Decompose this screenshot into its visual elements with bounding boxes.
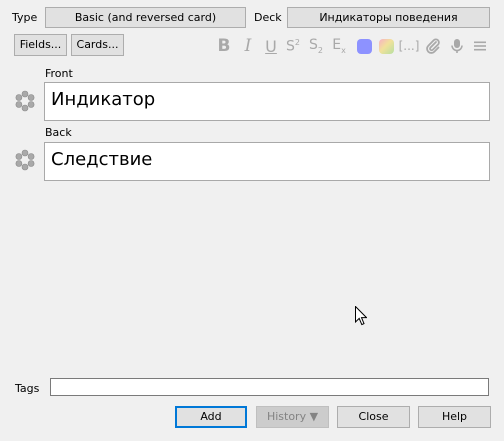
tags-input[interactable] bbox=[50, 378, 489, 396]
fields-button[interactable]: Fields... bbox=[14, 34, 67, 56]
record-audio-icon[interactable] bbox=[448, 37, 466, 55]
front-field-label: Front bbox=[45, 67, 73, 80]
tags-label: Tags bbox=[15, 382, 40, 395]
highlight-color-icon[interactable] bbox=[377, 37, 395, 55]
italic-icon[interactable]: I bbox=[239, 36, 257, 56]
help-button[interactable]: Help bbox=[418, 406, 491, 428]
close-button[interactable]: Close bbox=[337, 406, 410, 428]
more-menu-icon[interactable] bbox=[471, 37, 489, 55]
cloze-icon[interactable]: [...] bbox=[399, 37, 420, 55]
mouse-cursor-icon bbox=[355, 306, 367, 326]
deck-button[interactable]: Индикаторы поведения bbox=[287, 7, 490, 28]
sticky-pin-front-icon[interactable] bbox=[14, 90, 36, 112]
deck-label: Deck bbox=[254, 11, 282, 24]
back-field-input[interactable]: Следствие bbox=[44, 142, 490, 181]
attach-icon[interactable] bbox=[424, 37, 442, 55]
superscript-icon[interactable]: S2 bbox=[284, 37, 302, 55]
front-field-input[interactable]: Индикатор bbox=[44, 82, 490, 121]
clear-format-icon[interactable]: Ex bbox=[330, 37, 348, 55]
add-button[interactable]: Add bbox=[175, 406, 247, 428]
note-type-label: Type bbox=[12, 11, 38, 24]
sticky-pin-back-icon[interactable] bbox=[14, 149, 36, 171]
bold-icon[interactable]: B bbox=[215, 36, 233, 56]
note-type-button[interactable]: Basic (and reversed card) bbox=[45, 7, 246, 28]
history-button[interactable]: History ▼ bbox=[256, 406, 329, 428]
underline-icon[interactable]: U bbox=[262, 37, 280, 56]
back-field-label: Back bbox=[45, 126, 72, 139]
subscript-icon[interactable]: S2 bbox=[307, 37, 325, 55]
cards-button[interactable]: Cards... bbox=[71, 34, 124, 56]
text-color-icon[interactable] bbox=[355, 37, 373, 55]
